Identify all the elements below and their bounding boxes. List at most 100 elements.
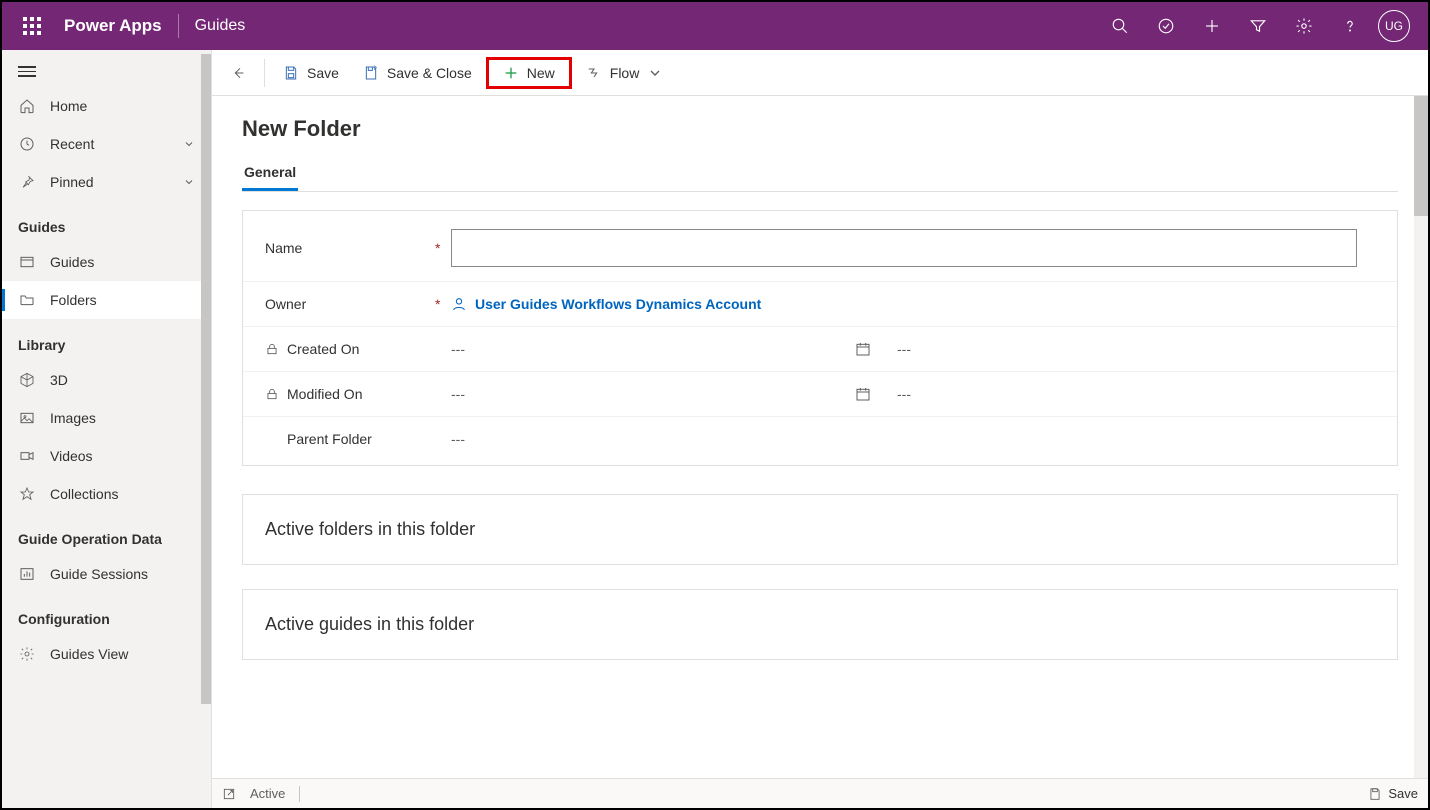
- active-folders-section: Active folders in this folder: [242, 494, 1398, 565]
- section-title: Active folders in this folder: [265, 519, 1375, 540]
- empty-value: ---: [897, 386, 911, 402]
- sidebar-item-recent[interactable]: Recent: [2, 125, 211, 163]
- record-status: Active: [250, 786, 285, 801]
- flow-button[interactable]: Flow: [576, 59, 674, 87]
- chevron-down-icon: [183, 138, 195, 150]
- field-value: [451, 229, 1375, 267]
- person-icon: [451, 296, 467, 312]
- popout-button[interactable]: [222, 787, 236, 801]
- sidebar-item-label: Collections: [50, 486, 118, 502]
- gear-icon: [1295, 17, 1313, 35]
- arrow-left-icon: [230, 65, 246, 81]
- window-icon: [18, 253, 36, 271]
- empty-value: ---: [897, 341, 911, 357]
- question-icon: [1341, 17, 1359, 35]
- button-label: New: [527, 65, 555, 81]
- field-value: --- ---: [451, 386, 1375, 402]
- sidebar-item-collections[interactable]: Collections: [2, 475, 211, 513]
- user-avatar[interactable]: UG: [1378, 10, 1410, 42]
- settings-button[interactable]: [1282, 2, 1326, 50]
- sidebar-item-guide-sessions[interactable]: Guide Sessions: [2, 555, 211, 593]
- field-modified-on: Modified On --- ---: [243, 372, 1397, 417]
- sidebar-item-images[interactable]: Images: [2, 399, 211, 437]
- menu-icon: [18, 66, 36, 77]
- sidebar-item-label: Videos: [50, 448, 93, 464]
- sidebar-item-guides[interactable]: Guides: [2, 243, 211, 281]
- tab-list: General: [242, 156, 1398, 192]
- sidebar-scrollbar[interactable]: [201, 54, 211, 704]
- required-marker: *: [435, 240, 451, 256]
- add-button[interactable]: [1190, 2, 1234, 50]
- gear-icon: [18, 645, 36, 663]
- header-actions: UG: [1098, 2, 1418, 50]
- search-icon: [1111, 17, 1129, 35]
- button-label: Flow: [610, 65, 640, 81]
- flow-icon: [586, 65, 602, 81]
- required-marker: *: [435, 296, 451, 312]
- main-area: Save Save & Close New Flow New Folder Ge…: [212, 50, 1428, 808]
- save-close-button[interactable]: Save & Close: [353, 59, 482, 87]
- waffle-icon: [23, 17, 41, 35]
- command-bar: Save Save & Close New Flow: [212, 50, 1428, 96]
- content-scrollbar[interactable]: [1414, 96, 1428, 216]
- section-title: Active guides in this folder: [265, 614, 1375, 635]
- sidebar-item-label: Home: [50, 98, 87, 114]
- field-label: Created On: [265, 341, 435, 357]
- sidebar-item-videos[interactable]: Videos: [2, 437, 211, 475]
- help-button[interactable]: [1328, 2, 1372, 50]
- sidebar-toggle[interactable]: [2, 56, 211, 87]
- cube-icon: [18, 371, 36, 389]
- back-button[interactable]: [220, 59, 256, 87]
- sidebar-item-pinned[interactable]: Pinned: [2, 163, 211, 201]
- field-value: --- ---: [451, 341, 1375, 357]
- sidebar-item-label: Guides: [50, 254, 94, 270]
- calendar-icon[interactable]: [855, 341, 871, 357]
- sidebar-item-label: Folders: [50, 292, 97, 308]
- empty-value: ---: [451, 386, 465, 402]
- tab-general[interactable]: General: [242, 156, 298, 191]
- save-button[interactable]: Save: [273, 59, 349, 87]
- check-circle-icon: [1157, 17, 1175, 35]
- sidebar-item-folders[interactable]: Folders: [2, 281, 211, 319]
- content-scrollbar-track: [1414, 96, 1428, 778]
- new-button[interactable]: New: [486, 57, 572, 89]
- sidebar-item-label: Pinned: [50, 174, 94, 190]
- task-button[interactable]: [1144, 2, 1188, 50]
- sidebar: Home Recent Pinned Guides Guides Folders…: [2, 50, 212, 808]
- sidebar-section-config: Configuration: [2, 593, 211, 635]
- name-input[interactable]: [451, 229, 1357, 267]
- star-icon: [18, 485, 36, 503]
- divider: [299, 786, 300, 802]
- owner-lookup[interactable]: User Guides Workflows Dynamics Account: [451, 296, 761, 312]
- sidebar-item-3d[interactable]: 3D: [2, 361, 211, 399]
- sidebar-item-label: Images: [50, 410, 96, 426]
- sidebar-item-label: Recent: [50, 136, 94, 152]
- button-label: Save & Close: [387, 65, 472, 81]
- global-header: Power Apps Guides UG: [2, 2, 1428, 50]
- app-section-title: Guides: [195, 17, 246, 35]
- sidebar-item-label: 3D: [50, 372, 68, 388]
- image-icon: [18, 409, 36, 427]
- field-created-on: Created On --- ---: [243, 327, 1397, 372]
- button-label: Save: [307, 65, 339, 81]
- save-icon: [283, 65, 299, 81]
- field-label: Owner: [265, 296, 435, 312]
- footer-save-button[interactable]: Save: [1368, 786, 1418, 801]
- folder-icon: [18, 291, 36, 309]
- field-value: User Guides Workflows Dynamics Account: [451, 296, 1375, 312]
- field-value[interactable]: ---: [451, 431, 1375, 447]
- calendar-icon[interactable]: [855, 386, 871, 402]
- sidebar-item-home[interactable]: Home: [2, 87, 211, 125]
- plus-icon: [503, 65, 519, 81]
- sidebar-item-guides-view[interactable]: Guides View: [2, 635, 211, 673]
- app-launcher-button[interactable]: [12, 6, 52, 46]
- lock-icon: [265, 387, 279, 401]
- search-button[interactable]: [1098, 2, 1142, 50]
- chevron-down-icon: [647, 65, 663, 81]
- chart-icon: [18, 565, 36, 583]
- chevron-down-icon: [183, 176, 195, 188]
- form-content: New Folder General Name * Owner *: [212, 96, 1428, 778]
- save-icon: [1368, 787, 1382, 801]
- filter-button[interactable]: [1236, 2, 1280, 50]
- sidebar-section-guides: Guides: [2, 201, 211, 243]
